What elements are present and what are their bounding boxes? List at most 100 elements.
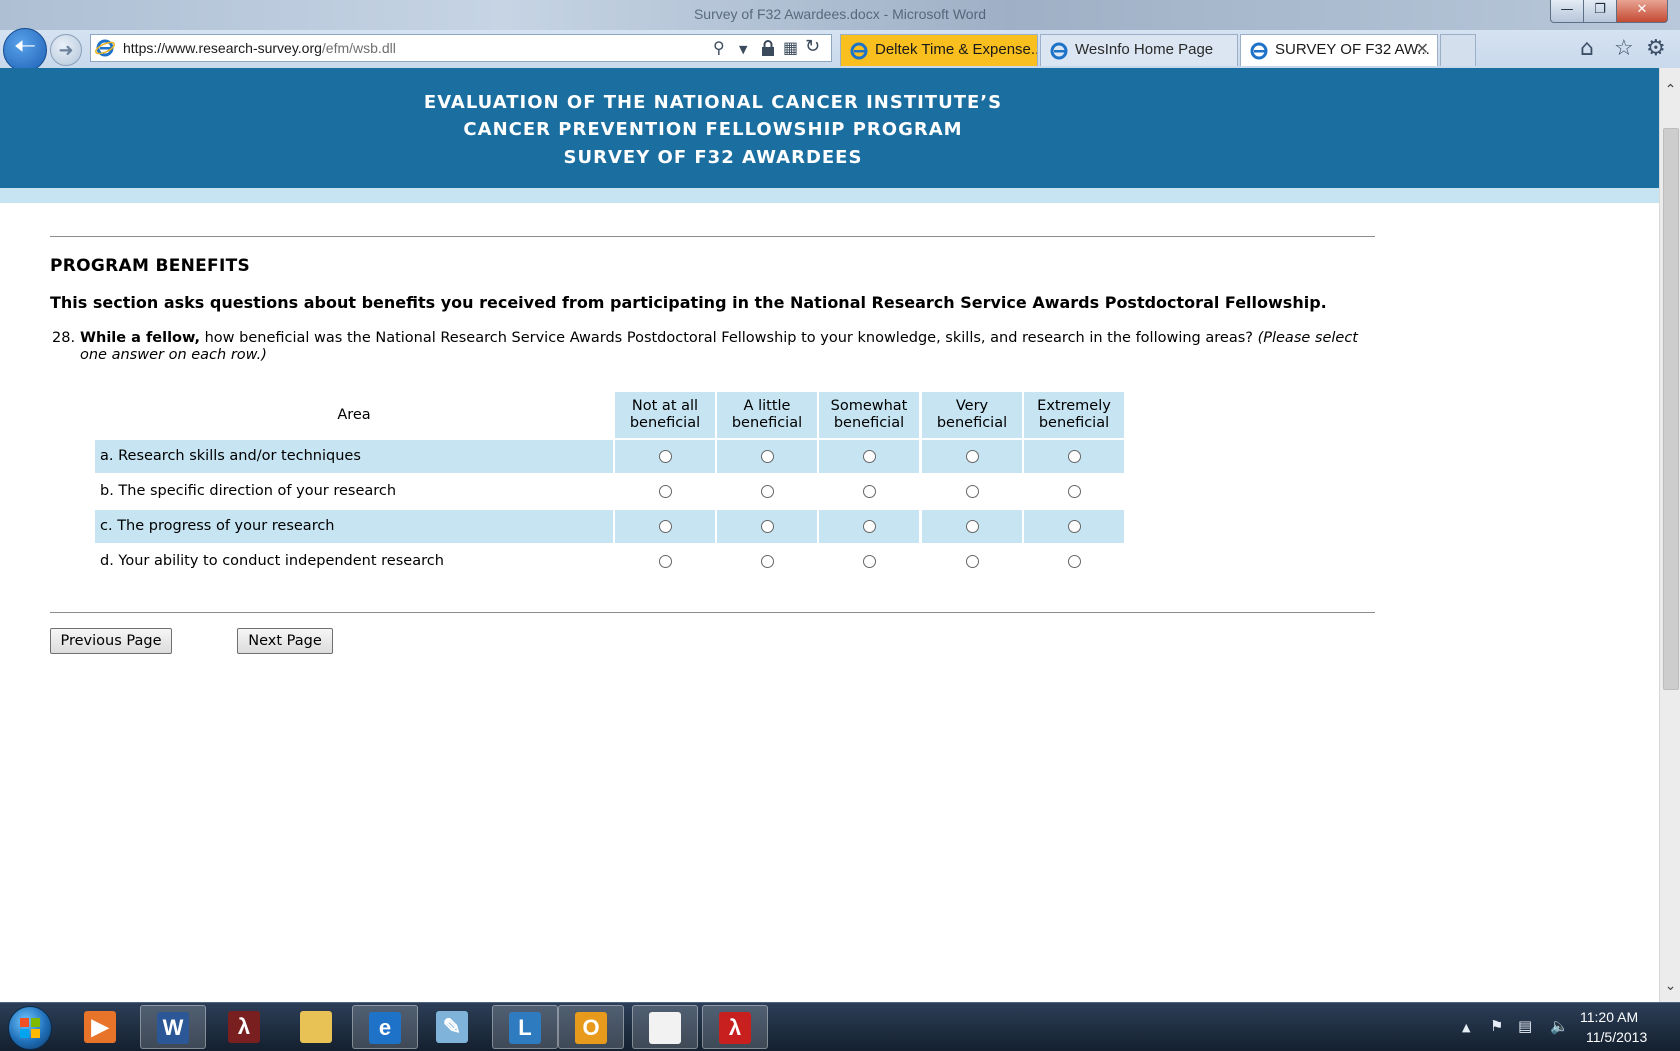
compatibility-view-icon[interactable]: ▦: [783, 38, 798, 57]
option-cell: [1024, 440, 1124, 473]
column-header-somewhat: Somewhat beneficial: [819, 392, 919, 438]
radio-c-extremely[interactable]: [1067, 520, 1081, 533]
dropdown-arrow-icon[interactable]: ▼: [739, 43, 747, 56]
taskbar-document[interactable]: [632, 1005, 698, 1049]
favorites-star-icon[interactable]: ☆: [1614, 36, 1634, 61]
option-cell: [615, 475, 715, 508]
close-tab-icon[interactable]: ✕: [1416, 35, 1429, 65]
radio-c-very[interactable]: [965, 520, 979, 533]
option-cell: [819, 440, 919, 473]
taskbar-acrobat[interactable]: λ: [212, 1005, 278, 1049]
new-tab-button[interactable]: [1440, 34, 1476, 66]
lock-icon[interactable]: [761, 40, 775, 57]
close-window-button[interactable]: ✕: [1616, 0, 1668, 23]
radio-a-not-at-all[interactable]: [658, 450, 672, 463]
previous-page-button[interactable]: Previous Page: [50, 628, 172, 654]
scroll-down-arrow-icon[interactable]: ⌄: [1660, 978, 1680, 994]
option-cell: [922, 545, 1022, 578]
taskbar-internet-explorer[interactable]: e: [352, 1005, 418, 1049]
back-arrow-icon: 🠠: [13, 32, 37, 62]
next-page-button[interactable]: Next Page: [237, 628, 333, 654]
url-text[interactable]: https://www.research-survey.org/efm/wsb.…: [123, 40, 396, 56]
area-column-header: Area: [337, 407, 371, 423]
browser-chrome: Survey of F32 Awardees.docx - Microsoft …: [0, 0, 1680, 72]
minimize-button[interactable]: —: [1550, 0, 1584, 23]
tab-label: SURVEY OF F32 AW...: [1275, 41, 1430, 58]
internet-explorer-icon: [95, 39, 115, 57]
forward-button[interactable]: ➜: [50, 34, 82, 66]
radio-a-somewhat[interactable]: [862, 450, 876, 463]
radio-b-extremely[interactable]: [1067, 485, 1081, 498]
clock-time[interactable]: 11:20 AM: [1580, 1009, 1638, 1025]
windows-logo-icon: [31, 1018, 40, 1027]
taskbar-media-player[interactable]: ▶: [68, 1005, 134, 1049]
banner-line-3: SURVEY OF F32 AWARDEES: [563, 147, 863, 168]
radio-a-extremely[interactable]: [1067, 450, 1081, 463]
show-hidden-icons-arrow-icon[interactable]: ▲: [1462, 1021, 1470, 1034]
row-label: a. Research skills and/or techniques: [95, 440, 613, 473]
volume-icon[interactable]: 🔈: [1550, 1017, 1569, 1035]
search-icon[interactable]: ⚲: [713, 38, 725, 57]
tab-wesinfo[interactable]: WesInfo Home Page: [1040, 34, 1238, 66]
radio-d-a-little[interactable]: [760, 555, 774, 568]
column-header-line: Very: [955, 398, 989, 414]
radio-c-a-little[interactable]: [760, 520, 774, 533]
radio-c-somewhat[interactable]: [862, 520, 876, 533]
column-header-line: beneficial: [731, 415, 803, 431]
window-titlebar: Survey of F32 Awardees.docx - Microsoft …: [0, 0, 1680, 30]
taskbar-explorer[interactable]: [284, 1005, 350, 1049]
windows-logo-icon: [20, 1029, 29, 1038]
action-center-flag-icon[interactable]: ⚑: [1490, 1017, 1503, 1035]
start-button[interactable]: [8, 1006, 52, 1050]
column-header-extremely: Extremely beneficial: [1024, 392, 1124, 438]
column-header-line: Extremely: [1037, 398, 1111, 414]
scroll-thumb[interactable]: [1663, 128, 1679, 690]
taskbar-notepad[interactable]: ✎: [420, 1005, 486, 1049]
tab-survey[interactable]: SURVEY OF F32 AW... ✕: [1240, 34, 1438, 66]
radio-d-extremely[interactable]: [1067, 555, 1081, 568]
radio-d-not-at-all[interactable]: [658, 555, 672, 568]
radio-d-very[interactable]: [965, 555, 979, 568]
option-cell: [819, 510, 919, 543]
radio-d-somewhat[interactable]: [862, 555, 876, 568]
address-bar[interactable]: https://www.research-survey.org/efm/wsb.…: [90, 34, 832, 62]
internet-explorer-icon: [1050, 42, 1068, 60]
tab-label: Deltek Time & Expense...: [875, 41, 1038, 58]
row-label: c. The progress of your research: [95, 510, 613, 543]
banner-line-2: CANCER PREVENTION FELLOWSHIP PROGRAM: [463, 119, 963, 140]
network-icon[interactable]: ▤: [1518, 1017, 1532, 1035]
gear-icon[interactable]: ⚙: [1646, 36, 1666, 61]
taskbar-word[interactable]: W: [140, 1005, 206, 1049]
clock-date[interactable]: 11/5/2013: [1586, 1029, 1647, 1045]
window-title: Survey of F32 Awardees.docx - Microsoft …: [693, 6, 987, 22]
radio-b-somewhat[interactable]: [862, 485, 876, 498]
back-button[interactable]: 🠠: [3, 28, 47, 72]
radio-b-a-little[interactable]: [760, 485, 774, 498]
radio-b-not-at-all[interactable]: [658, 485, 672, 498]
option-cell: [922, 440, 1022, 473]
notepad-icon: ✎: [436, 1011, 468, 1043]
taskbar-lync[interactable]: L: [492, 1005, 558, 1049]
banner-line-1: EVALUATION OF THE NATIONAL CANCER INSTIT…: [423, 92, 1003, 113]
acrobat-icon: λ: [228, 1011, 260, 1043]
tab-deltek[interactable]: Deltek Time & Expense...: [840, 34, 1038, 66]
maximize-button[interactable]: ❐: [1583, 0, 1617, 23]
radio-b-very[interactable]: [965, 485, 979, 498]
vertical-scrollbar[interactable]: ⌃ ⌄: [1659, 68, 1680, 1002]
radio-a-very[interactable]: [965, 450, 979, 463]
radio-c-not-at-all[interactable]: [658, 520, 672, 533]
radio-a-a-little[interactable]: [760, 450, 774, 463]
taskbar-outlook[interactable]: O: [558, 1005, 624, 1049]
column-header-line: A little: [743, 398, 791, 414]
url-path: /efm/wsb.dll: [321, 40, 396, 56]
option-cell: [922, 510, 1022, 543]
url-host: https://www.research-survey.org: [123, 40, 322, 56]
refresh-icon[interactable]: ↻: [805, 36, 820, 57]
banner-subband: [0, 188, 1659, 203]
page-viewport: EVALUATION OF THE NATIONAL CANCER INSTIT…: [0, 68, 1659, 1002]
option-cell: [717, 545, 817, 578]
home-icon[interactable]: ⌂: [1580, 36, 1594, 61]
tab-label: WesInfo Home Page: [1075, 41, 1214, 58]
scroll-up-arrow-icon[interactable]: ⌃: [1660, 82, 1680, 98]
taskbar-pdf-reader[interactable]: λ: [702, 1005, 768, 1049]
